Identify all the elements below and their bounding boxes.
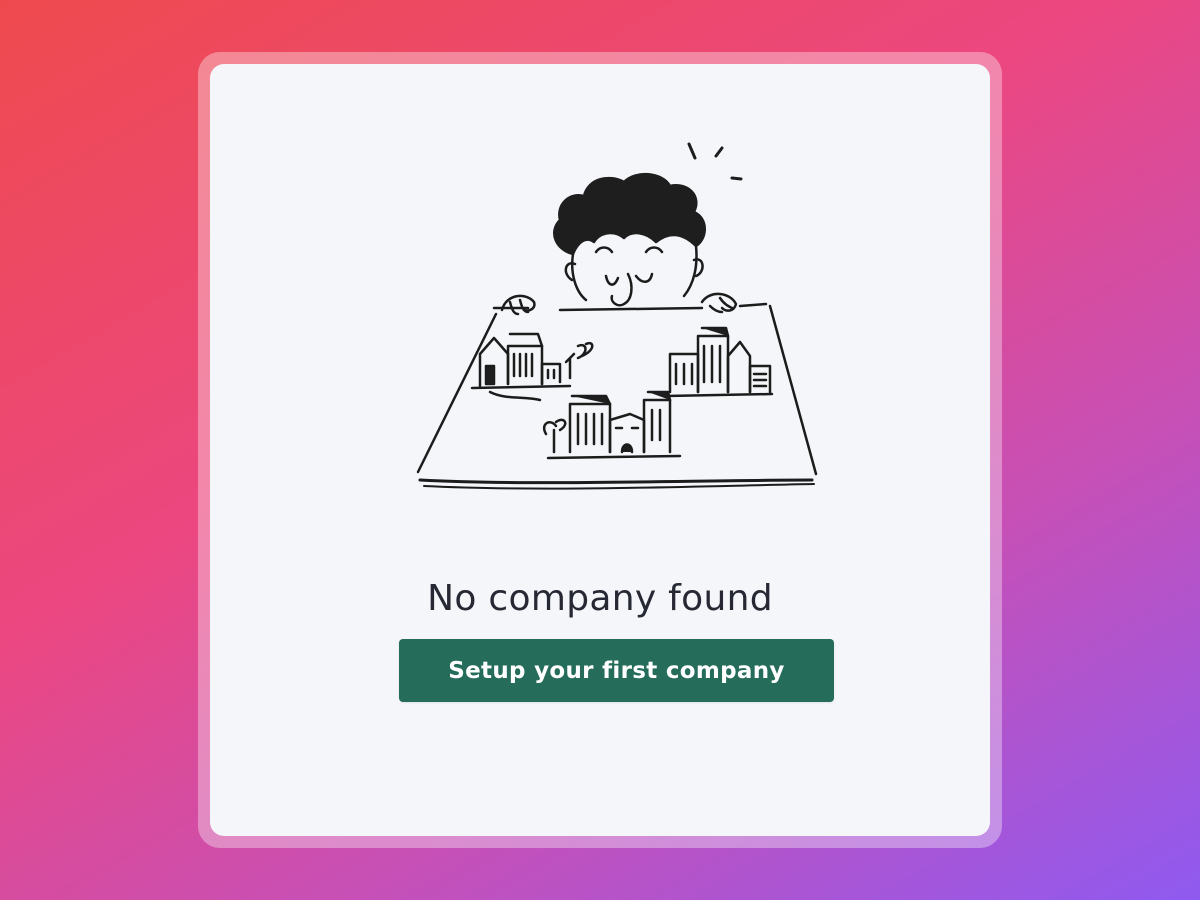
setup-company-button[interactable]: Setup your first company: [399, 639, 834, 702]
empty-state-title: No company found: [427, 578, 773, 619]
city-map-illustration: [416, 142, 818, 490]
empty-state-card: No company found Setup your first compan…: [210, 64, 990, 836]
